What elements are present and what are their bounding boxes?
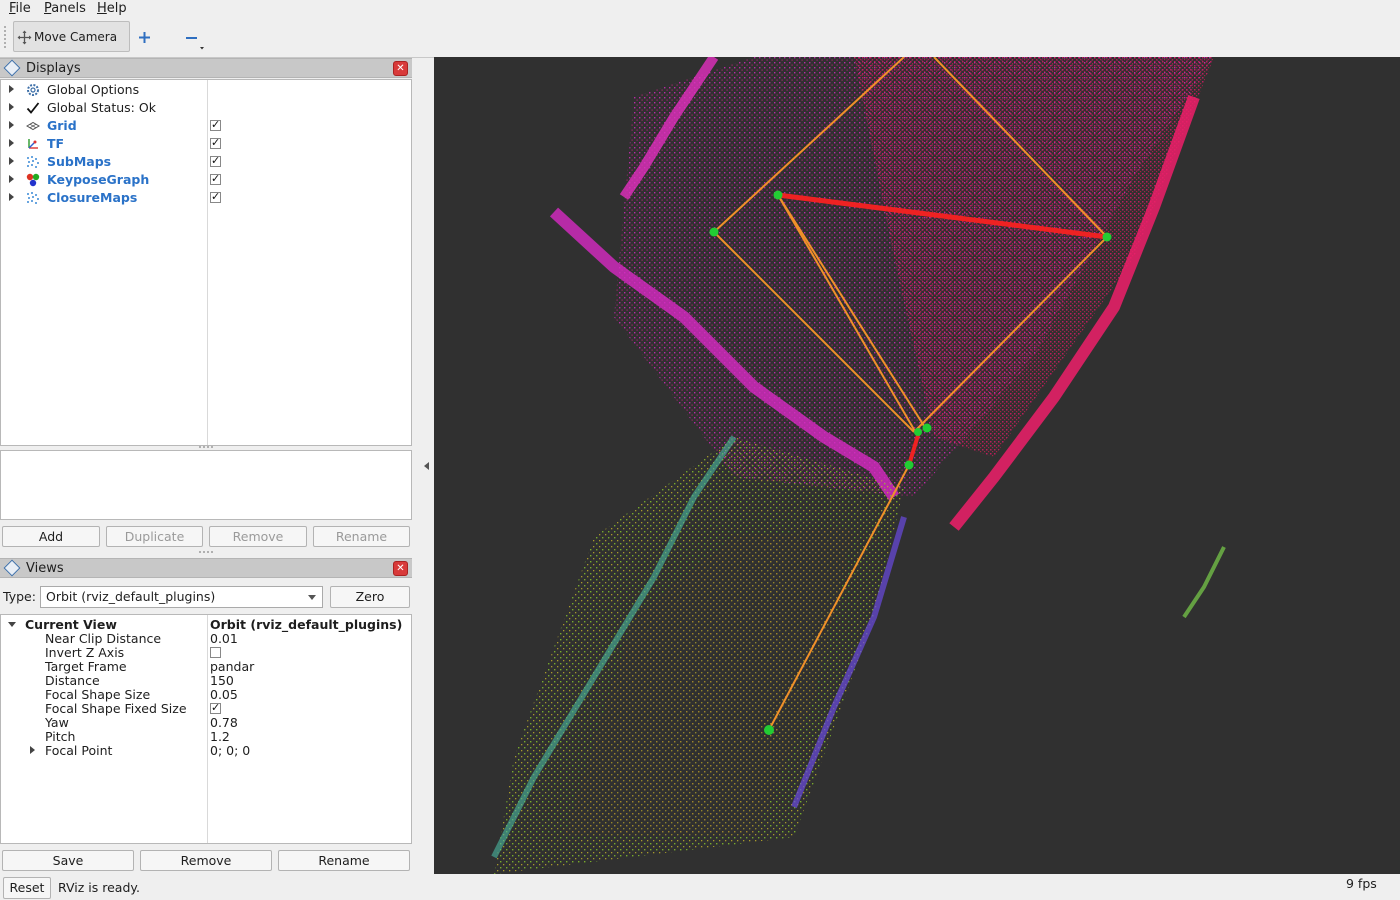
tf-axes-icon — [28, 139, 38, 149]
panel-diamond-icon — [3, 559, 21, 577]
save-view-button[interactable]: Save — [2, 850, 134, 871]
splitter-handle[interactable] — [199, 551, 213, 555]
display-enabled-checkbox[interactable] — [210, 172, 221, 185]
display-item-keyposegraph[interactable]: KeyposeGraph — [1, 171, 411, 189]
rename-display-button[interactable]: Rename — [313, 526, 410, 547]
expand-arrow-icon[interactable] — [30, 746, 35, 754]
focal-shape-fixed-size-checkbox[interactable] — [210, 701, 221, 714]
view-type-select[interactable]: Orbit (rviz_default_plugins) — [40, 586, 323, 608]
expand-arrow-icon[interactable] — [9, 175, 14, 183]
expand-arrow-icon[interactable] — [9, 157, 14, 165]
display-item-global-options[interactable]: Global Options — [1, 81, 411, 99]
chevron-down-icon — [308, 595, 316, 600]
display-enabled-checkbox[interactable] — [210, 190, 221, 203]
menu-file[interactable]: File — [9, 1, 31, 16]
move-camera-label: Move Camera — [34, 30, 118, 44]
move-camera-tool-button[interactable]: Move Camera — [13, 21, 130, 52]
duplicate-display-button[interactable]: Duplicate — [106, 526, 203, 547]
close-icon[interactable]: ✕ — [393, 61, 408, 76]
expand-arrow-icon[interactable] — [9, 103, 14, 111]
display-item-label: ClosureMaps — [47, 190, 138, 205]
point-cloud-render — [491, 57, 1226, 874]
status-message: RViz is ready. — [58, 880, 140, 895]
pointcloud-icon — [27, 192, 39, 204]
panel-diamond-icon — [3, 59, 21, 77]
marker-icon — [26, 173, 40, 187]
displays-tree: Global Options Global Status: Ok Grid TF — [0, 79, 412, 446]
expand-arrow-icon[interactable] — [9, 121, 14, 129]
display-item-label: Global Options — [47, 82, 140, 97]
expand-arrow-icon[interactable] — [9, 139, 14, 147]
expand-arrow-icon[interactable] — [9, 193, 14, 201]
expand-arrow-icon[interactable] — [9, 85, 14, 93]
render-viewport[interactable] — [434, 57, 1400, 874]
display-enabled-checkbox[interactable] — [210, 136, 221, 149]
display-item-label: Global Status: Ok — [47, 100, 156, 115]
view-type-label: Type: — [3, 589, 36, 604]
status-bar: Reset RViz is ready. 9 fps — [0, 876, 1400, 900]
display-item-closuremaps[interactable]: ClosureMaps — [1, 189, 411, 207]
pointcloud-stray-points — [1182, 546, 1226, 619]
collapse-left-panel-icon[interactable] — [424, 462, 429, 470]
display-item-grid[interactable]: Grid — [1, 117, 411, 135]
property-value[interactable]: 0; 0; 0 — [210, 743, 250, 758]
property-label: Focal Point — [45, 743, 113, 758]
displays-panel-header: Displays ✕ — [0, 58, 412, 78]
rename-view-button[interactable]: Rename — [278, 850, 410, 871]
invert-z-checkbox[interactable] — [210, 647, 221, 658]
views-panel-title: Views — [26, 561, 64, 576]
menu-panels[interactable]: Panels — [44, 1, 86, 16]
displays-panel-title: Displays — [26, 61, 81, 76]
views-panel-header: Views ✕ — [0, 558, 412, 578]
remove-view-button[interactable]: Remove — [140, 850, 272, 871]
zero-view-button[interactable]: Zero — [330, 586, 410, 608]
gear-icon — [27, 84, 39, 96]
display-enabled-checkbox[interactable] — [210, 154, 221, 167]
views-property-tree: Current View Orbit (rviz_default_plugins… — [0, 614, 412, 844]
view-type-value: Orbit (rviz_default_plugins) — [46, 589, 216, 604]
grid-icon — [26, 121, 40, 131]
checkmark-icon — [26, 102, 40, 114]
add-display-button[interactable]: Add — [2, 526, 100, 547]
reset-button[interactable]: Reset — [3, 877, 51, 899]
remove-display-button[interactable]: Remove — [209, 526, 307, 547]
display-enabled-checkbox[interactable] — [210, 118, 221, 131]
display-description-box — [0, 450, 412, 520]
display-item-label: TF — [47, 136, 65, 151]
move-camera-icon — [17, 30, 32, 45]
display-item-tf[interactable]: TF — [1, 135, 411, 153]
menu-bar: File Panels Help — [0, 0, 1400, 18]
close-icon[interactable]: ✕ — [393, 561, 408, 576]
menu-help[interactable]: Help — [97, 1, 127, 16]
display-item-global-status[interactable]: Global Status: Ok — [1, 99, 411, 117]
plus-icon[interactable] — [138, 31, 151, 44]
display-item-submaps[interactable]: SubMaps — [1, 153, 411, 171]
fps-counter: 9 fps — [1346, 876, 1377, 891]
property-row-focal-point[interactable]: Focal Point 0; 0; 0 — [1, 742, 411, 760]
minus-icon[interactable] — [185, 36, 207, 50]
display-item-label: Grid — [47, 118, 77, 133]
pointcloud-icon — [27, 156, 39, 168]
toolbar-grip[interactable] — [4, 26, 10, 48]
display-item-label: SubMaps — [47, 154, 112, 169]
display-item-label: KeyposeGraph — [47, 172, 150, 187]
tool-bar: Move Camera — [0, 18, 1400, 58]
collapse-arrow-icon[interactable] — [8, 622, 16, 627]
